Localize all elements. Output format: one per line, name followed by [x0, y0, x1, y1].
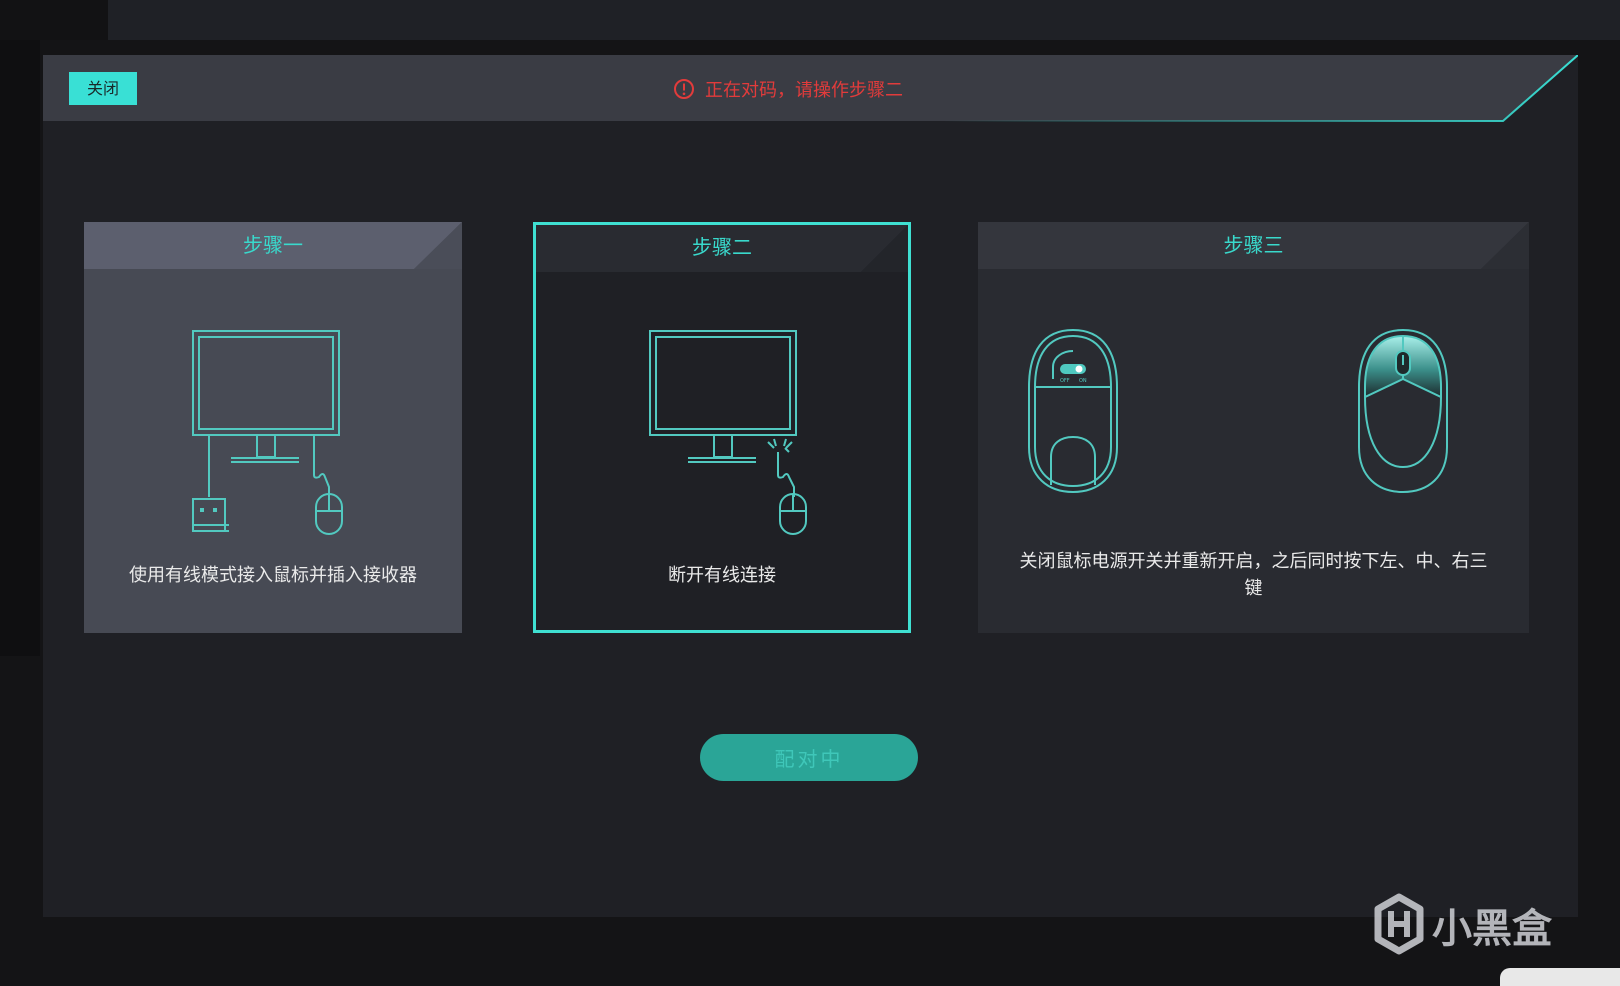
pairing-dialog: 关闭 正在对码，请操作步骤二 步骤一 使用有线模式接入鼠标并插入接收器 步骤二 …: [43, 55, 1578, 917]
background-strip: [0, 0, 40, 656]
monitor-mouse-receiver-illustration: [192, 330, 343, 535]
dialog-header: 关闭 正在对码，请操作步骤二: [43, 55, 1578, 123]
pairing-button[interactable]: 配对中: [700, 734, 918, 781]
switch-off-label: OFF: [1060, 378, 1070, 384]
watermark-text: 小黑盒: [1432, 906, 1552, 952]
step-title: 步骤三: [1223, 233, 1284, 257]
mouse-bottom-switch-illustration: OFF ON: [1028, 328, 1118, 494]
watermark: 小黑盒: [1372, 893, 1552, 957]
window-titlebar: [108, 0, 1620, 40]
alert-circle-icon: [674, 79, 694, 99]
pairing-status: 正在对码，请操作步骤二: [673, 75, 903, 103]
background-strip-top: [0, 0, 108, 40]
mouse-top-buttons-illustration: [1358, 328, 1448, 494]
xiaoheihe-logo-icon: [1374, 893, 1424, 955]
switch-on-label: ON: [1079, 378, 1087, 384]
step-card-3: 步骤三 OFF ON 关闭鼠标电源开关并重新开启，之后同时按下左、中、右三键: [978, 222, 1529, 633]
step-description: 使用有线模式接入鼠标并插入接收器: [129, 565, 417, 586]
step-title: 步骤二: [692, 235, 752, 259]
monitor-disconnected-mouse-illustration: [649, 330, 807, 535]
step-description: 关闭鼠标电源开关并重新开启，之后同时按下左、中、右三键: [1019, 551, 1488, 599]
close-button[interactable]: 关闭: [69, 72, 137, 105]
step-card-2: 步骤二 断开有线连接: [533, 222, 911, 633]
minimize-icon[interactable]: [1616, 6, 1620, 36]
step-card-1: 步骤一 使用有线模式接入鼠标并插入接收器: [84, 222, 462, 633]
corner-element: [1500, 968, 1620, 986]
status-text: 正在对码，请操作步骤二: [705, 80, 903, 101]
step-description: 断开有线连接: [668, 565, 776, 586]
step-title: 步骤一: [243, 233, 303, 257]
